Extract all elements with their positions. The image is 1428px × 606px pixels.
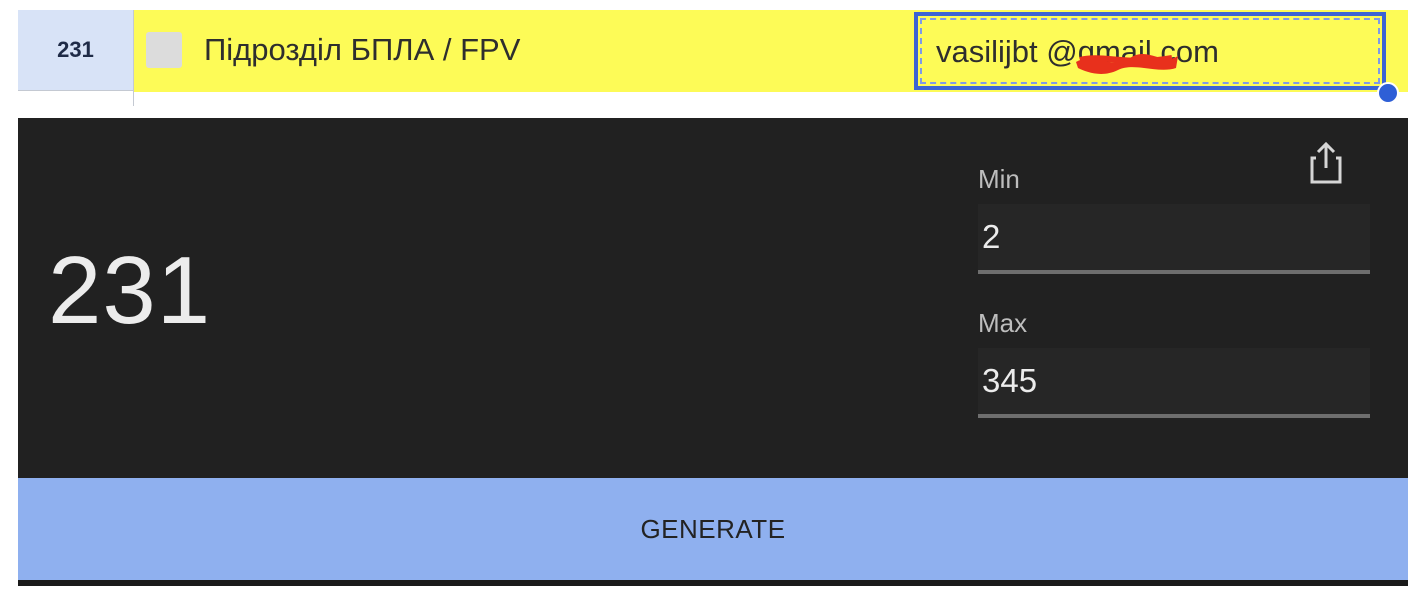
column-divider [133, 90, 134, 106]
row-checkbox[interactable] [146, 32, 182, 68]
generated-number: 231 [48, 237, 212, 344]
panel-bottom-edge [18, 580, 1408, 586]
generate-button-label: GENERATE [640, 513, 786, 544]
max-label: Max [978, 308, 1028, 338]
spreadsheet-row: 231 Підрозділ БПЛА / FPV vasilijbt @gmai… [18, 10, 1408, 106]
min-input[interactable]: 2 [978, 204, 1370, 274]
min-label: Min [978, 164, 1020, 194]
share-icon[interactable] [1308, 140, 1344, 186]
unit-name-cell[interactable]: Підрозділ БПЛА / FPV [204, 28, 520, 72]
random-number-panel: 231 Min 2 Max 345 GENERATE [18, 118, 1408, 586]
row-number-header[interactable]: 231 [18, 10, 134, 90]
redaction-scribble [1076, 54, 1178, 74]
selection-fill-handle[interactable] [1377, 82, 1399, 104]
row-number: 231 [57, 37, 94, 62]
max-input[interactable]: 345 [978, 348, 1370, 418]
generate-button[interactable]: GENERATE [18, 478, 1408, 580]
row-header-divider [18, 90, 133, 91]
